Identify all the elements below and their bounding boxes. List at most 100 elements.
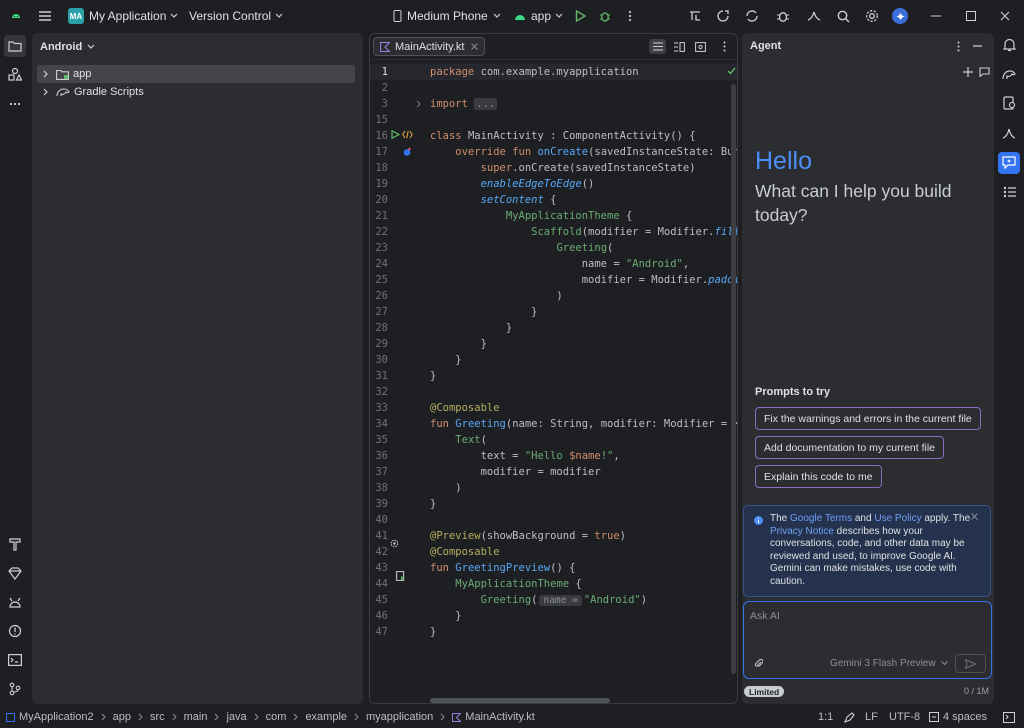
- code-line[interactable]: 33 @Composable: [370, 400, 730, 416]
- apply-changes-icon[interactable]: [716, 0, 730, 32]
- compose-preview-icon[interactable]: [402, 130, 413, 139]
- code-line[interactable]: 20 setContent {: [370, 192, 730, 208]
- terminal-icon[interactable]: [7, 652, 23, 668]
- prompt-chip-explain-code[interactable]: Explain this code to me: [755, 465, 882, 488]
- code-line[interactable]: 3 import ...: [370, 96, 730, 112]
- logcat-icon[interactable]: [7, 594, 23, 610]
- code-line[interactable]: 46 }: [370, 608, 730, 624]
- build-icon[interactable]: [7, 536, 23, 552]
- run-config-selector[interactable]: app: [514, 0, 563, 32]
- code-line[interactable]: 42 @Composable: [370, 544, 730, 560]
- code-line[interactable]: 39}: [370, 496, 730, 512]
- code-line[interactable]: 16 class MainActivity : ComponentActivity…: [370, 128, 730, 144]
- preview-run-icon[interactable]: [396, 571, 406, 581]
- run-icon[interactable]: [573, 0, 587, 32]
- code-line[interactable]: 45 Greeting(name = "Android"): [370, 592, 730, 608]
- git-branch-icon[interactable]: [7, 681, 23, 697]
- override-gutter-icon[interactable]: [403, 147, 412, 157]
- code-view-icon[interactable]: [649, 39, 666, 54]
- code-line[interactable]: 43 fun GreetingPreview() {: [370, 560, 730, 576]
- code-line[interactable]: 32: [370, 384, 730, 400]
- device-selector[interactable]: Medium Phone: [393, 0, 501, 32]
- gradle-panel-icon[interactable]: [1001, 66, 1017, 82]
- project-selector[interactable]: MA My Application: [68, 0, 178, 32]
- google-terms-link[interactable]: Google Terms: [790, 513, 852, 524]
- resource-manager-icon[interactable]: [7, 66, 23, 82]
- vertical-scrollbar[interactable]: [731, 84, 736, 674]
- run-gutter-icon[interactable]: [391, 130, 400, 139]
- breadcrumb-item[interactable]: myapplication: [366, 711, 433, 723]
- code-line[interactable]: 40: [370, 512, 730, 528]
- device-manager-icon[interactable]: [688, 0, 702, 32]
- avatar[interactable]: [892, 0, 908, 32]
- code-line[interactable]: 31}: [370, 368, 730, 384]
- new-chat-icon[interactable]: [962, 67, 973, 77]
- split-view-icon[interactable]: [672, 39, 686, 54]
- code-line[interactable]: 24 name = "Android",: [370, 256, 730, 272]
- breadcrumb-item[interactable]: example: [305, 711, 347, 723]
- line-separator[interactable]: LF: [865, 706, 878, 728]
- prompt-chip-add-docs[interactable]: Add documentation to my current file: [755, 436, 945, 459]
- chat-history-icon[interactable]: [979, 67, 990, 77]
- version-control-menu[interactable]: Version Control: [189, 0, 283, 32]
- preview-settings-icon[interactable]: [390, 539, 399, 548]
- read-only-toggle-icon[interactable]: [844, 706, 855, 728]
- git-status-icon[interactable]: [1003, 706, 1015, 728]
- more-options-icon[interactable]: [720, 39, 728, 54]
- agent-panel-icon[interactable]: [998, 152, 1020, 174]
- device-explorer-icon[interactable]: [1001, 95, 1017, 111]
- breadcrumb-item[interactable]: main: [184, 711, 208, 723]
- problems-icon[interactable]: [7, 623, 23, 639]
- code-line[interactable]: 41 @Preview(showBackground = true): [370, 528, 730, 544]
- gem-icon[interactable]: [7, 565, 23, 581]
- code-line[interactable]: 36 text = "Hello $name!",: [370, 448, 730, 464]
- project-folder-icon[interactable]: [4, 35, 26, 57]
- use-policy-link[interactable]: Use Policy: [874, 513, 921, 524]
- code-line[interactable]: 28 }: [370, 320, 730, 336]
- send-button[interactable]: [955, 654, 986, 673]
- design-view-icon[interactable]: [693, 39, 707, 54]
- breadcrumb-item[interactable]: com: [266, 711, 287, 723]
- debug-icon[interactable]: [598, 0, 612, 32]
- gear-icon[interactable]: [865, 0, 879, 32]
- breadcrumb-item[interactable]: java: [226, 711, 246, 723]
- breadcrumb-item[interactable]: MyApplication2: [19, 711, 94, 723]
- more-actions-icon[interactable]: [624, 0, 636, 32]
- code-line[interactable]: 17 override fun onCreate(savedInstanceSt…: [370, 144, 737, 160]
- attach-icon[interactable]: [754, 658, 763, 669]
- code-line[interactable]: 1 package com.example.myapplication: [370, 64, 730, 80]
- minimize-icon[interactable]: [930, 0, 942, 32]
- breadcrumb-item[interactable]: app: [113, 711, 131, 723]
- code-line[interactable]: 30 }: [370, 352, 730, 368]
- prompt-chip-fix-warnings[interactable]: Fix the warnings and errors in the curre…: [755, 407, 981, 430]
- tree-item-gradle-scripts[interactable]: Gradle Scripts: [37, 83, 355, 101]
- code-line[interactable]: 26 ): [370, 288, 730, 304]
- code-line[interactable]: 23 Greeting(: [370, 240, 730, 256]
- privacy-notice-link[interactable]: Privacy Notice: [770, 526, 834, 537]
- file-encoding[interactable]: UTF-8: [889, 706, 920, 728]
- code-line[interactable]: 2: [370, 80, 730, 96]
- breadcrumb-item[interactable]: src: [150, 711, 165, 723]
- code-line[interactable]: 29 }: [370, 336, 730, 352]
- breadcrumb-item[interactable]: MainActivity.kt: [465, 711, 534, 723]
- code-line[interactable]: 34 fun Greeting(name: String, modifier: M…: [370, 416, 737, 432]
- code-line[interactable]: 22 Scaffold(modifier = Modifier.fillMax: [370, 224, 737, 240]
- code-line[interactable]: 15: [370, 112, 730, 128]
- code-line[interactable]: 19 enableEdgeToEdge(): [370, 176, 730, 192]
- code-line[interactable]: 47}: [370, 624, 730, 640]
- cursor-position[interactable]: 1:1: [818, 706, 833, 728]
- code-line[interactable]: 18 super.onCreate(savedInstanceState): [370, 160, 730, 176]
- more-options-icon[interactable]: [954, 41, 962, 52]
- more-tools-icon[interactable]: [7, 96, 23, 112]
- fold-icon[interactable]: [416, 100, 422, 108]
- close-tab-icon[interactable]: [471, 43, 479, 50]
- code-line[interactable]: 21 MyApplicationTheme {: [370, 208, 730, 224]
- running-devices-icon[interactable]: [1001, 124, 1017, 140]
- chevron-right-icon[interactable]: [42, 88, 50, 96]
- close-icon[interactable]: [999, 0, 1011, 32]
- code-line[interactable]: 38 ): [370, 480, 730, 496]
- horizontal-scrollbar[interactable]: [430, 698, 610, 703]
- ask-ai-input[interactable]: Ask AI Gemini 3 Flash Preview: [743, 601, 992, 679]
- indent-setting[interactable]: 4 spaces: [929, 706, 987, 728]
- project-view-selector[interactable]: Android: [40, 39, 95, 55]
